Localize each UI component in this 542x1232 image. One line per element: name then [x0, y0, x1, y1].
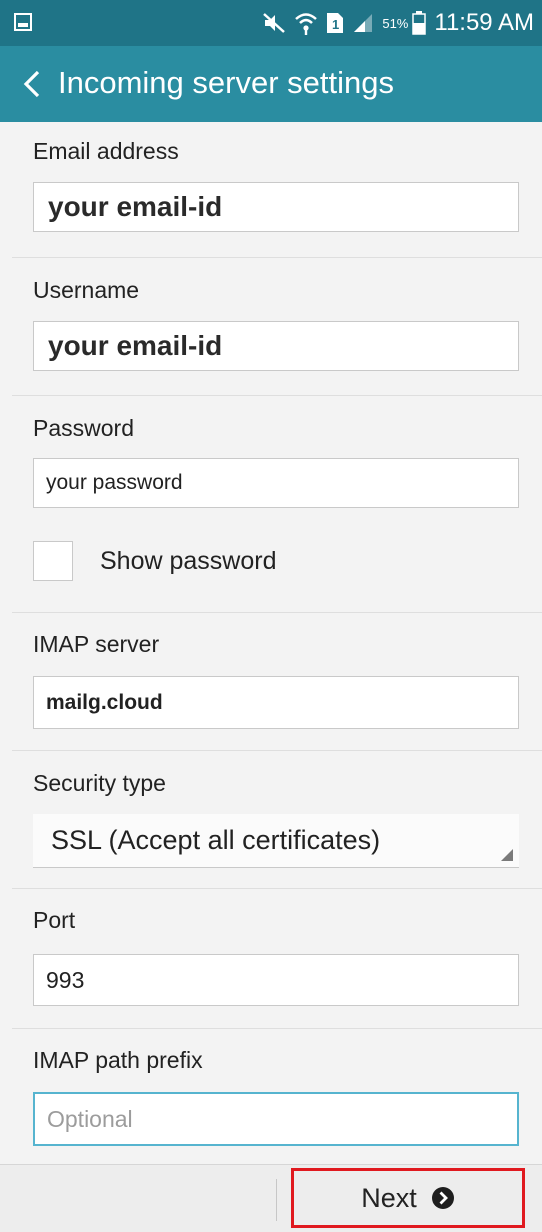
email-label: Email address	[33, 138, 179, 164]
battery-percent: 51%	[382, 15, 409, 31]
chevron-right-circle-icon	[431, 1187, 454, 1209]
show-password-checkbox[interactable]	[33, 541, 73, 581]
chevron-left-icon[interactable]	[20, 68, 46, 100]
password-field[interactable]: your password	[33, 458, 519, 508]
page-title: Incoming server settings	[58, 65, 394, 100]
bottom-divider	[276, 1179, 277, 1221]
port-label: Port	[33, 907, 76, 933]
next-button[interactable]: Next	[291, 1168, 525, 1228]
username-section: Username your email-id	[12, 257, 542, 396]
signal-icon	[354, 14, 373, 32]
email-section: Email address your email-id	[12, 122, 542, 258]
wifi-icon	[295, 13, 318, 35]
password-section: Password your password Show password	[12, 395, 542, 613]
svg-text:1: 1	[332, 17, 339, 32]
security-type-section: Security type SSL (Accept all certificat…	[12, 750, 542, 889]
imap-path-prefix-field[interactable]: Optional	[33, 1092, 519, 1146]
sim-icon: 1	[327, 13, 344, 33]
imap-path-prefix-label: IMAP path prefix	[33, 1047, 203, 1073]
mute-icon	[263, 13, 286, 33]
port-section: Port 993	[12, 888, 542, 1029]
username-label: Username	[33, 277, 140, 303]
security-type-value: SSL (Accept all certificates)	[51, 825, 381, 855]
port-field[interactable]: 993	[33, 954, 519, 1006]
next-button-label: Next	[361, 1182, 417, 1213]
security-type-dropdown[interactable]: SSL (Accept all certificates)	[33, 814, 519, 868]
bottom-bar: Next	[0, 1164, 542, 1232]
status-bar: 1 51% 11:59 AM	[0, 0, 542, 46]
imap-server-label: IMAP server	[33, 631, 160, 657]
imap-server-section: IMAP server mailg.cloud	[12, 612, 542, 751]
title-bar: Incoming server settings	[0, 46, 542, 122]
show-password-label[interactable]: Show password	[100, 547, 276, 576]
settings-form: Email address your email-id Username you…	[0, 122, 542, 1164]
email-field[interactable]: your email-id	[33, 182, 519, 232]
battery-icon	[412, 11, 427, 35]
username-field[interactable]: your email-id	[33, 321, 519, 371]
password-label: Password	[33, 415, 134, 441]
imap-server-field[interactable]: mailg.cloud	[33, 676, 519, 729]
screenshot-icon	[14, 13, 32, 31]
imap-path-prefix-section: IMAP path prefix Optional	[12, 1028, 542, 1164]
clock: 11:59 AM	[434, 9, 534, 36]
dropdown-corner-icon	[501, 849, 513, 861]
security-type-label: Security type	[33, 770, 166, 796]
